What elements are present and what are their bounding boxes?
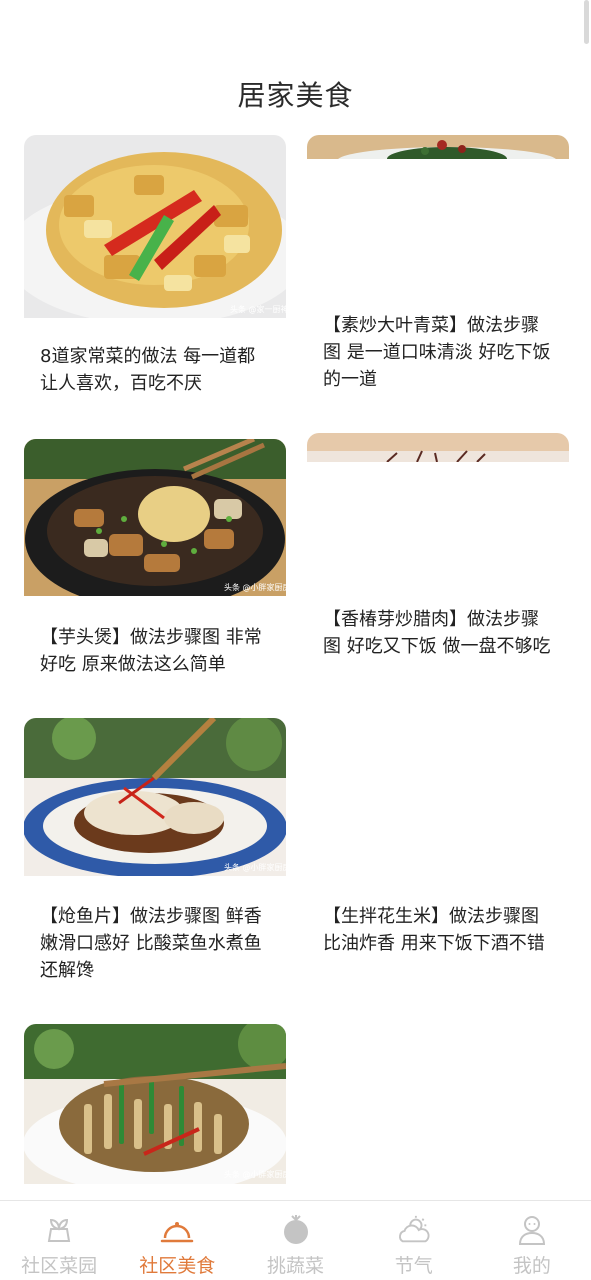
watermark: 头条 @家一厨神: [230, 304, 286, 314]
recipe-title: 【素炒大叶青菜】做法步骤图 是一道口味清淡 好吃下饭的一道: [323, 315, 551, 390]
tab-me[interactable]: 我的: [473, 1201, 591, 1280]
tab-community-garden[interactable]: 社区菜园: [0, 1201, 118, 1280]
recipe-title: 【炝鱼片】做法步骤图 鲜香嫩滑口感好 比酸菜鱼水煮鱼还解馋: [40, 906, 262, 981]
tab-label: 节气: [394, 1255, 433, 1277]
watermark: 头条 @小胖家厨房: [224, 862, 286, 872]
recipe-thumbnail: 头条 @小胖家厨房: [24, 439, 286, 596]
weather-icon: [397, 1213, 431, 1247]
tab-label: 社区菜园: [21, 1255, 98, 1277]
recipe-title: 【芋头煲】做法步骤图 非常好吃 原来做法这么简单: [40, 627, 262, 675]
recipe-thumbnail: [307, 135, 569, 159]
tab-label: 我的: [512, 1255, 551, 1277]
recipe-thumbnail: 头条 @小胖家厨房: [24, 1024, 286, 1184]
watermark: 头条 @小胖家厨房: [224, 1169, 286, 1179]
user-icon: [515, 1213, 549, 1247]
page-title: 居家美食: [237, 79, 354, 112]
tab-label: 挑蔬菜: [267, 1255, 325, 1277]
bottom-tab-bar: 社区菜园 社区美食 挑蔬菜 节气 我的: [0, 1200, 591, 1280]
recipe-title: 8道家常菜的做法 每一道都让人喜欢，百吃不厌: [40, 346, 256, 394]
recipe-thumbnail: 头条 @家一厨神: [24, 135, 286, 318]
tab-pick-vegetables[interactable]: 挑蔬菜: [236, 1201, 354, 1280]
tab-label: 社区美食: [139, 1255, 216, 1277]
tab-solar-terms[interactable]: 节气: [355, 1201, 473, 1280]
watermark: 头条 @小胖家厨房: [224, 582, 286, 592]
dish-cover-icon: [160, 1213, 194, 1247]
recipe-thumbnail: [307, 433, 569, 462]
recipe-title: 【生拌花生米】做法步骤图 比油炸香 用来下饭下酒不错: [323, 906, 545, 954]
vegetable-icon: [279, 1213, 313, 1247]
recipe-thumbnail: 头条 @小胖家厨房: [24, 718, 286, 876]
recipe-title: 【香椿芽炒腊肉】做法步骤图 好吃又下饭 做一盘不够吃: [323, 609, 551, 657]
scrollbar[interactable]: [584, 0, 589, 44]
garden-icon: [42, 1213, 76, 1247]
tab-community-food[interactable]: 社区美食: [118, 1201, 236, 1280]
